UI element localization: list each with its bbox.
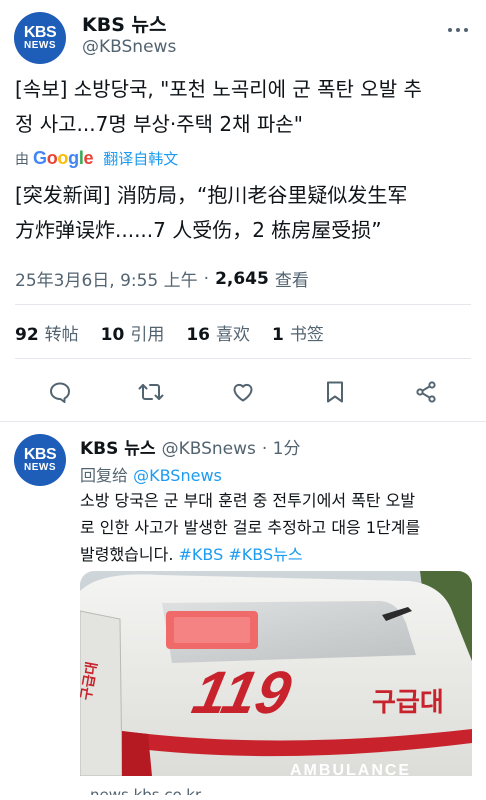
divider bbox=[15, 304, 471, 305]
tweet-text-line: 정 사고...7명 부상·주택 2채 파손" bbox=[15, 112, 303, 136]
blurred-plate bbox=[174, 617, 250, 643]
avatar-logo-subtext: NEWS bbox=[24, 462, 56, 473]
avatar[interactable]: KBS NEWS bbox=[14, 12, 66, 64]
hashtag-kbs-news[interactable]: #KBS뉴스 bbox=[228, 545, 302, 564]
google-logo: Google bbox=[33, 148, 94, 168]
reply-header: KBS 뉴스 @KBSnews · 1分 bbox=[80, 434, 301, 459]
media-image[interactable]: 119 구급대 구급대 AMBULANCE bbox=[80, 571, 472, 776]
more-options-icon[interactable] bbox=[444, 20, 472, 40]
account-name[interactable]: KBS 뉴스 bbox=[82, 10, 166, 37]
tweet-text-line: [突发新闻] 消防局，“抱川老谷里疑似发生军 bbox=[15, 183, 408, 207]
reply-account-handle[interactable]: @KBSnews bbox=[162, 439, 256, 459]
tweet-text-line: [속보] 소방당국, "포천 노곡리에 군 폭탄 오발 추 bbox=[15, 77, 422, 101]
reposts-count: 92 bbox=[15, 325, 39, 345]
reply-body: 소방 당국은 군 부대 훈련 중 전투기에서 폭탄 오발 로 인한 사고가 발생… bbox=[80, 487, 475, 568]
account-handle[interactable]: @KBSnews bbox=[82, 37, 176, 57]
tail-light bbox=[122, 731, 152, 776]
bookmarks-label: 书签 bbox=[289, 325, 324, 345]
timestamp[interactable]: 25年3月6日, 9:55 上午 bbox=[15, 266, 198, 291]
hashtag-kbs[interactable]: #KBS bbox=[179, 545, 224, 564]
reply-body-text: 발령했습니다. bbox=[80, 545, 174, 564]
reply-body-line: 발령했습니다. #KBS #KBS뉴스 bbox=[80, 541, 475, 568]
tweet-meta: 25年3月6日, 9:55 上午 · 2,645 查看 bbox=[15, 266, 309, 292]
avatar-logo-subtext: NEWS bbox=[24, 40, 56, 51]
engagement-stats: 92 转帖 10 引用 16 喜欢 1 书签 bbox=[15, 320, 324, 345]
reply-body-line: 소방 당국은 군 부대 훈련 중 전투기에서 폭탄 오발 bbox=[80, 491, 416, 510]
heart-icon[interactable] bbox=[228, 377, 258, 407]
tweet-text-original: [속보] 소방당국, "포천 노곡리에 군 폭탄 오발 추 정 사고...7명 … bbox=[15, 72, 475, 142]
reply-account-name[interactable]: KBS 뉴스 bbox=[80, 434, 156, 459]
translate-link[interactable]: 翻译自韩文 bbox=[103, 148, 178, 169]
likes-count: 16 bbox=[186, 325, 211, 345]
action-bar bbox=[0, 374, 486, 410]
quotes-count: 10 bbox=[100, 325, 125, 345]
avatar-logo-text: KBS bbox=[23, 24, 57, 41]
views-label: 查看 bbox=[274, 271, 309, 291]
link-caption[interactable]: news.kbs.co.kr bbox=[90, 786, 201, 795]
meta-separator: · bbox=[203, 268, 210, 289]
bookmarks-stat[interactable]: 1 书签 bbox=[272, 320, 324, 345]
ambulance-119-text: 119 bbox=[187, 659, 297, 726]
translation-attribution: 由 Google 翻译自韩文 bbox=[15, 148, 178, 169]
avatar-logo-text: KBS bbox=[23, 446, 57, 463]
reply-icon[interactable] bbox=[45, 377, 75, 407]
tweet-text-line: 方炸弹误炸......7 人受伤，2 栋房屋受损” bbox=[15, 218, 382, 242]
divider bbox=[15, 358, 471, 359]
reply-to-mention[interactable]: @KBSnews bbox=[133, 466, 222, 485]
reply-to-line: 回复给 @KBSnews bbox=[80, 462, 222, 486]
likes-label: 喜欢 bbox=[216, 325, 251, 345]
divider bbox=[0, 421, 486, 422]
reply-to-prefix: 回复给 bbox=[80, 466, 129, 485]
retweet-icon[interactable] bbox=[136, 377, 166, 407]
quotes-label: 引用 bbox=[130, 325, 165, 345]
ambulance-korean-text: 구급대 bbox=[372, 688, 444, 718]
reposts-label: 转帖 bbox=[44, 325, 79, 345]
ambulance-english-text: AMBULANCE bbox=[290, 762, 411, 776]
translated-by-label: 由 bbox=[15, 151, 29, 168]
reply-body-line: 로 인한 사고가 발생한 걸로 추정하고 대응 1단계를 bbox=[80, 518, 421, 537]
bookmark-icon[interactable] bbox=[320, 377, 350, 407]
quotes-stat[interactable]: 10 引用 bbox=[101, 320, 165, 345]
views-count: 2,645 bbox=[215, 268, 269, 289]
share-icon[interactable] bbox=[411, 377, 441, 407]
reposts-stat[interactable]: 92 转帖 bbox=[15, 320, 79, 345]
reply-time[interactable]: · 1分 bbox=[262, 434, 301, 459]
bookmarks-count: 1 bbox=[272, 325, 284, 345]
tweet-text-translated: [突发新闻] 消防局，“抱川老谷里疑似发生军 方炸弹误炸......7 人受伤，… bbox=[15, 178, 475, 248]
reply-avatar[interactable]: KBS NEWS bbox=[14, 434, 66, 486]
likes-stat[interactable]: 16 喜欢 bbox=[186, 320, 250, 345]
